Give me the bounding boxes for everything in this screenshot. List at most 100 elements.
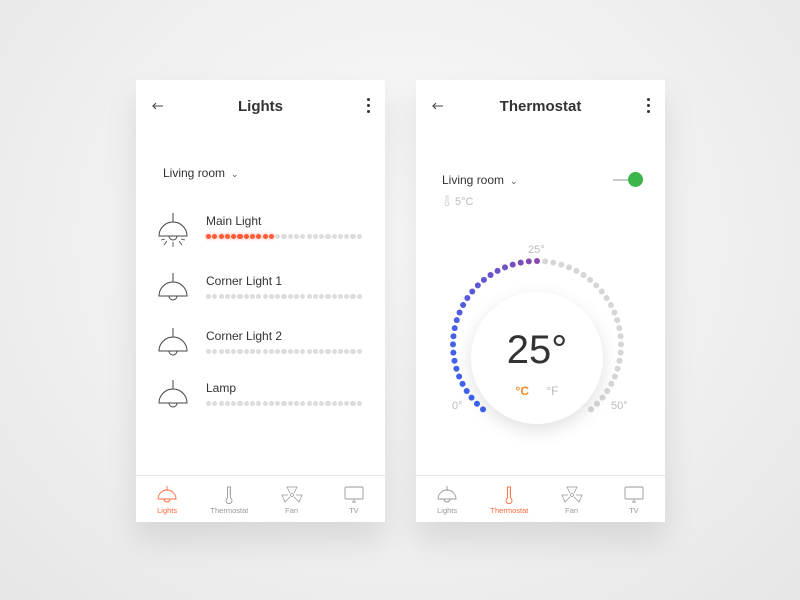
room-selector[interactable]: Living room ⌄ — [163, 166, 239, 180]
dial-dot — [450, 349, 457, 356]
dial-dot — [473, 400, 480, 407]
brightness-dot — [300, 401, 306, 407]
brightness-dot — [312, 349, 318, 355]
dial-min-label: 0° — [452, 400, 463, 412]
brightness-dot — [231, 401, 237, 407]
brightness-slider[interactable] — [206, 294, 362, 300]
brightness-dot — [237, 294, 243, 300]
lamp-icon — [156, 379, 192, 419]
dial-dot — [453, 317, 460, 324]
celsius-button[interactable]: °C — [516, 384, 529, 398]
dial-dot — [456, 373, 463, 380]
dial-dot — [469, 288, 476, 295]
nav-item-fan[interactable]: Fan — [541, 476, 603, 522]
brightness-dot — [337, 401, 344, 407]
brightness-dot — [331, 294, 337, 300]
light-name: Corner Light 2 — [206, 329, 283, 343]
dial-dot — [501, 264, 508, 271]
nav-item-lights[interactable]: Lights — [416, 476, 478, 522]
brightness-dot — [262, 294, 268, 300]
lamp-on-icon — [156, 212, 192, 252]
brightness-dot — [312, 401, 318, 407]
brightness-dot — [243, 294, 249, 300]
dial-dot — [451, 325, 458, 332]
dial-dot — [573, 267, 580, 274]
brightness-dot — [331, 234, 337, 240]
dial-dot — [456, 309, 463, 316]
dial-dot — [608, 380, 615, 387]
fan-icon — [541, 486, 603, 504]
brightness-dot — [306, 294, 312, 300]
dial-center: 25° °C °F — [471, 292, 603, 424]
brightness-dot — [344, 234, 350, 240]
brightness-slider[interactable] — [206, 349, 362, 355]
tv-icon — [603, 486, 665, 504]
nav-label: Fan — [285, 506, 299, 515]
nav-item-thermostat[interactable]: Thermostat — [198, 476, 260, 522]
brightness-dot — [262, 401, 268, 407]
dial-dot — [598, 288, 605, 295]
brightness-dot — [237, 234, 243, 240]
brightness-dot — [212, 234, 218, 240]
fahrenheit-button[interactable]: °F — [546, 384, 558, 398]
brightness-dot — [293, 349, 300, 355]
brightness-dot — [218, 349, 224, 355]
brightness-dot — [243, 234, 249, 240]
brightness-dot — [218, 294, 224, 300]
more-options-icon[interactable] — [363, 98, 373, 116]
nav-item-fan[interactable]: Fan — [261, 476, 323, 522]
dial-dot — [459, 380, 466, 387]
nav-item-tv[interactable]: TV — [323, 476, 385, 522]
dial-dot — [494, 267, 501, 274]
dial-dot — [617, 349, 624, 356]
dial-dot — [450, 341, 457, 348]
brightness-dot — [281, 234, 287, 240]
dial-dot — [480, 276, 487, 283]
brightness-dot — [356, 401, 362, 407]
dial-dot — [542, 258, 549, 265]
brightness-dot — [337, 349, 344, 355]
dial-dot — [534, 258, 540, 264]
room-label: Living room — [163, 166, 226, 180]
brightness-dot — [356, 234, 362, 240]
brightness-dot — [287, 294, 293, 300]
brightness-dot — [275, 349, 281, 355]
nav-label: TV — [349, 506, 359, 515]
fan-icon — [261, 486, 323, 504]
brightness-dot — [325, 349, 331, 355]
brightness-dot — [224, 294, 231, 300]
header: Lights — [136, 80, 385, 136]
dial-dot — [453, 365, 460, 372]
dial-dot — [487, 272, 494, 279]
dial-dot — [611, 373, 618, 380]
dial-dot — [450, 333, 457, 340]
brightness-dot — [224, 401, 231, 407]
dial-top-label: 25° — [528, 244, 545, 256]
dial-dot — [517, 259, 524, 266]
dial-dot — [525, 258, 532, 265]
brightness-slider[interactable] — [206, 401, 362, 407]
brightness-dot — [249, 401, 256, 407]
dial-dot — [451, 357, 458, 364]
brightness-dot — [287, 401, 293, 407]
brightness-dot — [218, 401, 224, 407]
light-item: Corner Light 1 — [156, 272, 366, 312]
nav-item-thermostat[interactable]: Thermostat — [478, 476, 540, 522]
dial-dot — [616, 357, 623, 364]
brightness-dot — [218, 234, 224, 240]
dial-dot — [617, 341, 624, 348]
brightness-dot — [350, 349, 356, 355]
tv-icon — [323, 486, 385, 504]
brightness-dot — [206, 234, 212, 240]
brightness-slider[interactable] — [206, 234, 362, 240]
nav-item-lights[interactable]: Lights — [136, 476, 198, 522]
brightness-dot — [249, 349, 256, 355]
brightness-dot — [350, 401, 356, 407]
light-item: Main Light — [156, 212, 366, 252]
nav-item-tv[interactable]: TV — [603, 476, 665, 522]
brightness-dot — [356, 294, 362, 300]
brightness-dot — [331, 349, 337, 355]
nav-label: Thermostat — [210, 506, 249, 515]
dial-dot — [603, 295, 610, 302]
brightness-dot — [300, 234, 306, 240]
